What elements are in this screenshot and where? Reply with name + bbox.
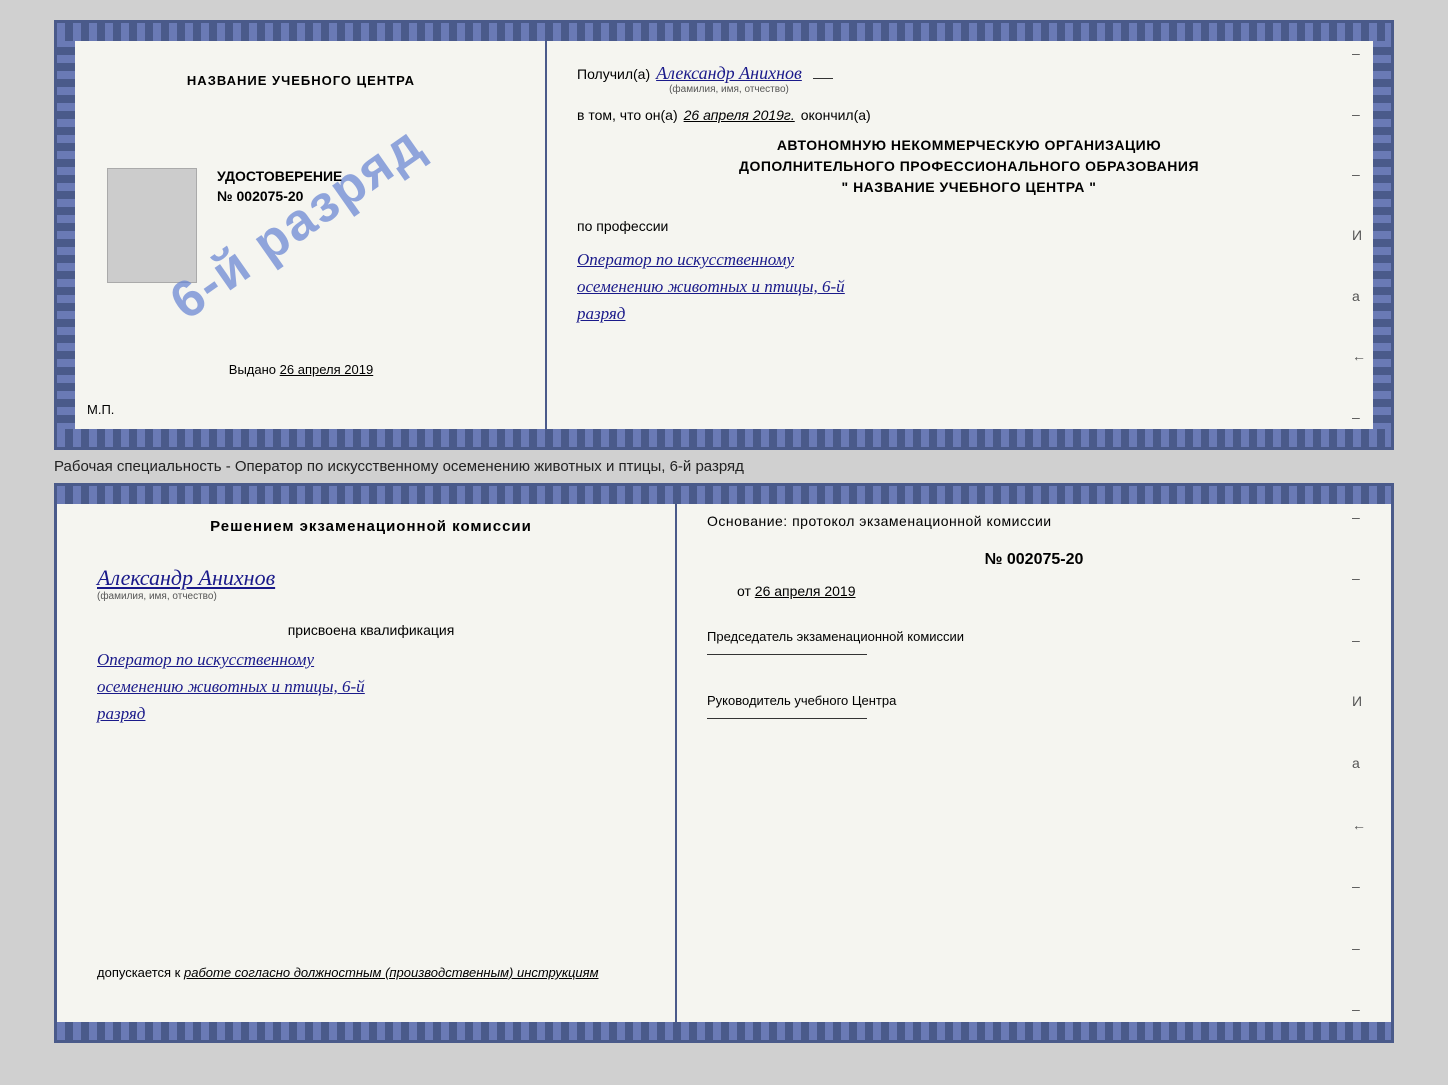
right-dashes-bottom: – – – И а ← – – – [1352, 486, 1366, 1040]
dash-r7: – [1352, 409, 1366, 425]
admission-label: допускается к [97, 965, 180, 980]
protocol-date-value: 26 апреля 2019 [755, 583, 856, 599]
admission-value: работе согласно должностным (производств… [184, 965, 599, 980]
dash1 [813, 78, 833, 79]
org-line3: " НАЗВАНИЕ УЧЕБНОГО ЦЕНТРА " [577, 177, 1361, 198]
qualification-value: Оператор по искусственному осеменению жи… [97, 646, 645, 728]
protocol-number: № 002075-20 [707, 551, 1361, 569]
cert-bottom: Решением экзаменационной комиссии Алекса… [54, 483, 1394, 1043]
photo-placeholder [107, 168, 197, 283]
dash-br5: а [1352, 755, 1366, 771]
stripe-bottom-top [57, 486, 1391, 504]
org-block: АВТОНОМНУЮ НЕКОММЕРЧЕСКУЮ ОРГАНИЗАЦИЮ ДО… [577, 135, 1361, 198]
basis-title: Основание: протокол экзаменационной коми… [707, 511, 1361, 532]
cert-top: НАЗВАНИЕ УЧЕБНОГО ЦЕНТРА 6-й разряд УДОС… [54, 20, 1394, 450]
org-line1: АВТОНОМНУЮ НЕКОММЕРЧЕСКУЮ ОРГАНИЗАЦИЮ [577, 135, 1361, 156]
profession-value: Оператор по искусственному осеменению жи… [577, 246, 1361, 328]
director-label: Руководитель учебного Центра [707, 692, 1361, 727]
protocol-date: от 26 апреля 2019 [737, 583, 1361, 599]
person-subtitle: (фамилия, имя, отчество) [97, 591, 645, 602]
received-label: Получил(а) [577, 66, 650, 82]
org-line2: ДОПОЛНИТЕЛЬНОГО ПРОФЕССИОНАЛЬНОГО ОБРАЗО… [577, 156, 1361, 177]
date-value: 26 апреля 2019г. [684, 107, 795, 123]
dash-br9: – [1352, 1001, 1366, 1017]
dash-br8: – [1352, 940, 1366, 956]
annotation-line: Рабочая специальность - Оператор по иску… [54, 450, 1394, 483]
stripe-bottom [57, 429, 1391, 447]
director-signature-line [707, 718, 867, 719]
protocol-date-prefix: от [737, 583, 751, 599]
stripe-top [57, 23, 1391, 41]
chairman-signature-line [707, 654, 867, 655]
date-label: в том, что он(а) [577, 107, 678, 123]
profession-label: по профессии [577, 218, 1361, 234]
stripe-bottom-bottom [57, 1022, 1391, 1040]
dash-br7: – [1352, 878, 1366, 894]
dash-r6: ← [1352, 348, 1366, 364]
cert-bottom-right: Основание: протокол экзаменационной коми… [677, 486, 1391, 1040]
mp-label: М.П. [87, 402, 114, 417]
admission-line: допускается к работе согласно должностны… [97, 965, 645, 980]
chairman-label: Председатель экзаменационной комиссии [707, 628, 1361, 663]
qualification-label: присвоена квалификация [97, 622, 645, 638]
cert-number: № 002075-20 [217, 188, 342, 204]
received-name: Александр Анихнов [656, 63, 802, 83]
issued-label: Выдано [229, 362, 276, 377]
finished-label: окончил(а) [801, 107, 871, 123]
issued-date: 26 апреля 2019 [280, 362, 374, 377]
cert-top-left: НАЗВАНИЕ УЧЕБНОГО ЦЕНТРА 6-й разряд УДОС… [57, 23, 547, 447]
school-name-top: НАЗВАНИЕ УЧЕБНОГО ЦЕНТРА [187, 73, 415, 88]
cert-top-right: Получил(а) Александр Анихнов (фамилия, и… [547, 23, 1391, 447]
cert-label: УДОСТОВЕРЕНИЕ [217, 168, 342, 184]
cert-bottom-left: Решением экзаменационной комиссии Алекса… [57, 486, 677, 1040]
dash-r1: – [1352, 45, 1366, 61]
dash-br6: ← [1352, 817, 1366, 833]
person-name: Александр Анихнов [97, 565, 645, 591]
decision-title: Решением экзаменационной комиссии [97, 516, 645, 537]
received-subtitle: (фамилия, имя, отчество) [656, 84, 802, 95]
page-container: НАЗВАНИЕ УЧЕБНОГО ЦЕНТРА 6-й разряд УДОС… [54, 20, 1394, 1043]
